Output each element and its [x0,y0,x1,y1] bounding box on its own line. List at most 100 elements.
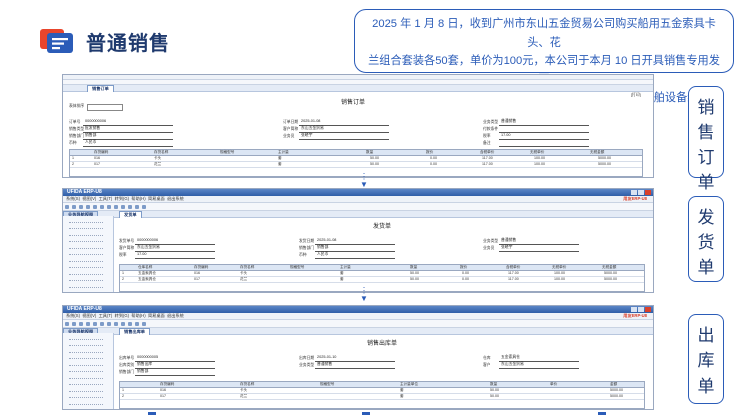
cell-name: 卡头 [240,388,248,392]
tree-item[interactable] [69,361,103,366]
menu-item[interactable]: 简易桌面 [148,313,165,318]
tree-item[interactable] [69,276,103,281]
toolbar-icon[interactable] [65,321,69,326]
table-row[interactable]: 2 017 花兰 套 50.00 0.00 117.00 100.00 5000… [70,162,642,168]
menu-item[interactable]: 工具(T) [99,196,113,201]
field-underline [83,146,173,147]
field-label: 税率 [119,253,127,257]
tree-item[interactable] [69,231,103,236]
tree-item[interactable] [69,257,103,262]
footer-mark [148,412,156,415]
table-row[interactable]: 2 五金索具仓 017 花兰 套 50.00 0.00 117.00 100.0… [120,277,644,283]
minimize-icon[interactable] [631,307,637,312]
menu-item[interactable]: 系统(S) [66,196,80,201]
tree-item[interactable] [69,406,103,409]
tree-item[interactable] [69,335,103,340]
menu-item[interactable]: 简易桌面 [148,196,165,201]
menu-item[interactable]: 工具(T) [99,313,113,318]
toolbar-icon[interactable] [93,321,97,326]
tree-item[interactable] [69,387,103,392]
tab-outbound-slip[interactable]: 销售出库单 [119,328,150,335]
tree-item[interactable] [69,354,103,359]
toolbar-icon[interactable] [100,321,104,326]
tree-item[interactable] [69,374,103,379]
tree-item[interactable] [69,341,103,346]
toolbar-icon[interactable] [135,321,139,326]
tree-item[interactable] [69,250,103,255]
print-label[interactable]: [打印] [631,93,641,98]
toolbar-icon[interactable] [135,204,139,209]
tree-item[interactable] [69,283,103,288]
menu-item[interactable]: 系统(S) [66,313,80,318]
table-row[interactable]: 2 017 花兰 套 50.00 5000.00 [120,394,644,400]
toolbar-icon[interactable] [121,204,125,209]
sort-select[interactable] [87,104,123,111]
toolbar-icon[interactable] [107,321,111,326]
toolbar-icon[interactable] [93,204,97,209]
out-type-value: 销售出库 [137,362,153,366]
field-label: 客户 [483,363,491,367]
toolbar-icon[interactable] [79,321,83,326]
toolbar-icon[interactable] [107,204,111,209]
toolbar-icon[interactable] [65,204,69,209]
maximize-icon[interactable] [638,190,644,195]
toolbar-icon[interactable] [142,204,146,209]
maximize-icon[interactable] [638,307,644,312]
menu-item[interactable]: 转到(G) [115,313,129,318]
toolbar-icon[interactable] [114,321,118,326]
side-label-char: 单 [697,173,715,192]
cell-tax-price: 117.00 [508,271,519,275]
menu-item[interactable]: 帮助(H) [131,196,145,201]
toolbar-icon[interactable] [114,204,118,209]
side-label-char: 订 [697,148,715,167]
column-header: 主计量 [278,150,289,154]
toolbar-icon[interactable] [100,204,104,209]
toolbar-icon[interactable] [121,321,125,326]
tree-item[interactable] [69,244,103,249]
field-label: 销售类型 [69,127,85,131]
tree-item[interactable] [69,367,103,372]
close-icon[interactable] [645,190,651,195]
tab-delivery-note[interactable]: 发货单 [119,211,142,218]
toolbar-icon[interactable] [128,204,132,209]
tree-item[interactable] [69,218,103,223]
cell-price: 100.00 [554,277,565,281]
minimize-icon[interactable] [631,190,637,195]
menu-item[interactable]: 退出系统 [167,313,184,318]
menu-item[interactable]: 视图(V) [82,313,96,318]
toolbar-icon[interactable] [79,204,83,209]
toolbar-icon[interactable] [72,204,76,209]
menu-item[interactable]: 视图(V) [82,196,96,201]
toolbar-icon[interactable] [142,321,146,326]
field-underline [315,368,395,369]
toolbar-icon[interactable] [72,321,76,326]
tree-item[interactable] [69,393,103,398]
tree-item[interactable] [69,263,103,268]
tree-item[interactable] [69,224,103,229]
cell-amount: 5000.00 [598,156,611,160]
tree-item[interactable] [69,348,103,353]
ship-no-value: 0000000006 [137,238,159,242]
menu-item[interactable]: 转到(G) [115,196,129,201]
tree-item[interactable] [69,400,103,405]
row-number: 2 [72,162,74,166]
close-icon[interactable] [645,307,651,312]
delivery-lines-table: 仓库名称 存货编码 存货名称 规格型号 主计量 数量 报价 含税单价 无税单价 … [119,264,645,292]
tree-item[interactable] [69,270,103,275]
toolbar-icon[interactable] [86,321,90,326]
side-label-outbound-slip: 出 库 单 [688,314,724,404]
cell-unit: 套 [400,394,404,398]
document-chat-logo-icon [40,29,73,53]
customer-value: 东山五金贸易 [301,126,324,130]
tree-item[interactable] [69,289,103,292]
menu-item[interactable]: 帮助(H) [131,313,145,318]
cell-warehouse: 五金索具仓 [138,271,156,275]
tree-item[interactable] [69,237,103,242]
menu-item[interactable]: 退出系统 [167,196,184,201]
cell-code: 017 [94,162,100,166]
tree-item[interactable] [69,380,103,385]
toolbar-icon[interactable] [128,321,132,326]
tab-sales-order[interactable]: 销售订单 [87,85,114,92]
toolbar-icon[interactable] [86,204,90,209]
arrow-down-icon: ▼ [360,180,368,189]
